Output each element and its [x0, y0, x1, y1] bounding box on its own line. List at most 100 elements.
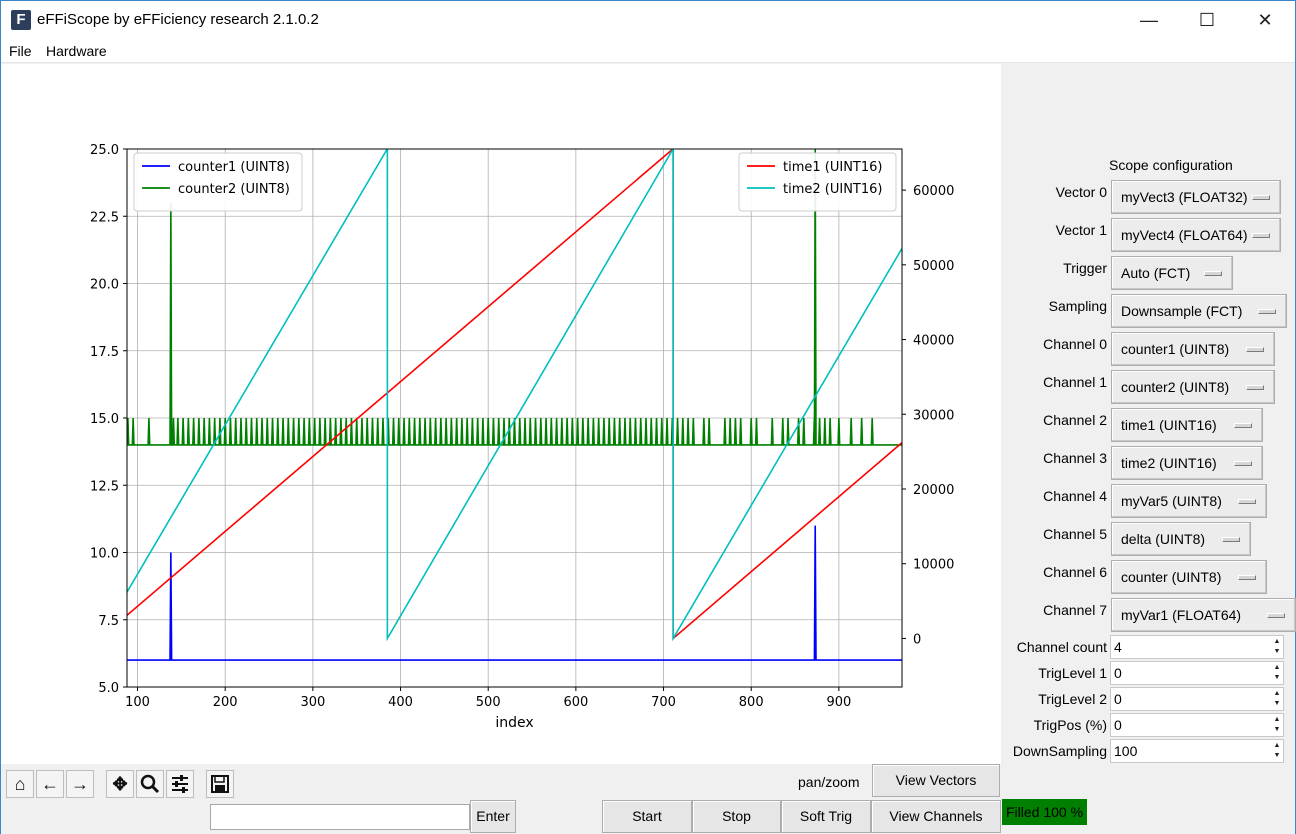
- x-tick-label: 700: [651, 695, 676, 710]
- spin-arrows[interactable]: ▲ ▼: [1272, 637, 1282, 657]
- window-title: eFFiScope by eFFiciency research 2.1.0.2: [37, 11, 319, 28]
- config-dropdown[interactable]: Downsample (FCT): [1111, 294, 1287, 328]
- command-input[interactable]: [210, 804, 470, 830]
- minimize-button[interactable]: —: [1120, 1, 1178, 39]
- soft-trig-button[interactable]: Soft Trig: [781, 800, 871, 833]
- config-dropdown[interactable]: counter2 (UINT8): [1111, 370, 1275, 404]
- spin-down-icon[interactable]: ▼: [1272, 751, 1282, 761]
- config-label: Vector 1: [1055, 222, 1107, 238]
- config-dropdown[interactable]: myVect4 (FLOAT64): [1111, 218, 1281, 252]
- spin-down-icon[interactable]: ▼: [1272, 673, 1282, 683]
- left-tick-label: 22.5: [90, 210, 119, 225]
- dropdown-value: counter1 (UINT8): [1121, 341, 1230, 357]
- spin-up-icon[interactable]: ▲: [1272, 663, 1282, 673]
- close-button[interactable]: ✕: [1236, 1, 1294, 39]
- configure-icon[interactable]: [166, 770, 194, 798]
- config-spinbox[interactable]: 0 ▲ ▼: [1110, 687, 1284, 711]
- series-line: [127, 525, 902, 661]
- forward-icon[interactable]: →: [66, 770, 94, 798]
- left-tick-label: 10.0: [90, 547, 119, 562]
- right-tick-label: 30000: [913, 408, 954, 423]
- config-spin-label: DownSampling: [1012, 743, 1107, 759]
- scope-chart[interactable]: 100 200 300 400 500 600 700 800 900 5.0 7.5 10.0 12…: [1, 64, 1001, 764]
- spin-down-icon[interactable]: ▼: [1272, 647, 1282, 657]
- config-dropdown[interactable]: counter (UINT8): [1111, 560, 1267, 594]
- dropdown-arrow-icon: [1222, 537, 1240, 542]
- start-button[interactable]: Start: [602, 800, 692, 833]
- config-dropdown[interactable]: delta (UINT8): [1111, 522, 1251, 556]
- config-dropdown[interactable]: myVar5 (UINT8): [1111, 484, 1267, 518]
- home-icon[interactable]: ⌂: [6, 770, 34, 798]
- config-spinbox[interactable]: 0 ▲ ▼: [1110, 661, 1284, 685]
- dropdown-value: myVect3 (FLOAT32): [1121, 189, 1248, 205]
- legend-left: counter1 (UINT8) counter2 (UINT8): [133, 152, 303, 212]
- config-label: Sampling: [1048, 298, 1107, 314]
- config-label: Channel 7: [1043, 602, 1107, 618]
- config-spinbox[interactable]: 0 ▲ ▼: [1110, 713, 1284, 737]
- dropdown-arrow-icon: [1246, 347, 1264, 352]
- back-icon[interactable]: ←: [36, 770, 64, 798]
- config-dropdown[interactable]: time2 (UINT16): [1111, 446, 1263, 480]
- view-channels-button[interactable]: View Channels: [871, 800, 1001, 833]
- maximize-button[interactable]: ☐: [1178, 1, 1236, 39]
- config-dropdown[interactable]: counter1 (UINT8): [1111, 332, 1275, 366]
- menu-file[interactable]: File: [9, 43, 32, 59]
- pan-icon[interactable]: ✥: [106, 770, 134, 798]
- legend-label: time1 (UINT16): [783, 160, 882, 175]
- config-dropdown[interactable]: time1 (UINT16): [1111, 408, 1263, 442]
- x-tick-label: 600: [563, 695, 588, 710]
- left-tick-label: 12.5: [90, 479, 119, 494]
- config-dropdown[interactable]: Auto (FCT): [1111, 256, 1233, 290]
- config-spin-label: TrigPos (%): [1033, 717, 1107, 733]
- mode-indicator: pan/zoom: [798, 774, 860, 790]
- dropdown-value: Downsample (FCT): [1121, 303, 1243, 319]
- stop-button[interactable]: Stop: [692, 800, 781, 833]
- spin-up-icon[interactable]: ▲: [1272, 741, 1282, 751]
- config-spin-label: TrigLevel 2: [1038, 691, 1107, 707]
- dropdown-arrow-icon: [1238, 499, 1256, 504]
- config-dropdown[interactable]: myVect3 (FLOAT32): [1111, 180, 1281, 214]
- spin-up-icon[interactable]: ▲: [1272, 637, 1282, 647]
- config-label: Channel 0: [1043, 336, 1107, 352]
- bottom-toolbar: ⌂ ← → ✥ pan/zoom View Vectors Enter Star…: [1, 764, 1295, 834]
- save-icon[interactable]: [206, 770, 234, 798]
- menu-hardware[interactable]: Hardware: [46, 43, 107, 59]
- x-tick-label: 500: [476, 695, 501, 710]
- right-tick-label: 10000: [913, 558, 954, 573]
- config-label: Channel 5: [1043, 526, 1107, 542]
- title-bar: F eFFiScope by eFFiciency research 2.1.0…: [1, 1, 1295, 39]
- dropdown-arrow-icon: [1204, 271, 1222, 276]
- config-title: Scope configuration: [1109, 157, 1233, 173]
- menu-bar: File Hardware: [1, 39, 1295, 63]
- plot-lines: [127, 149, 902, 661]
- legend-label: counter1 (UINT8): [178, 160, 290, 175]
- spin-down-icon[interactable]: ▼: [1272, 725, 1282, 735]
- view-vectors-button[interactable]: View Vectors: [872, 764, 1000, 797]
- right-axis-ticks: 0 10000 20000 30000 40000 50000 60000: [902, 184, 954, 647]
- config-label: Channel 1: [1043, 374, 1107, 390]
- right-tick-label: 0: [913, 632, 921, 647]
- spin-arrows[interactable]: ▲ ▼: [1272, 663, 1282, 683]
- spinbox-value: 0: [1114, 717, 1122, 733]
- spin-down-icon[interactable]: ▼: [1272, 699, 1282, 709]
- dropdown-arrow-icon: [1238, 575, 1256, 580]
- dropdown-arrow-icon: [1252, 195, 1270, 200]
- spin-up-icon[interactable]: ▲: [1272, 689, 1282, 699]
- enter-button[interactable]: Enter: [470, 800, 516, 833]
- dropdown-arrow-icon: [1252, 233, 1270, 238]
- zoom-icon[interactable]: [136, 770, 164, 798]
- x-axis-label: index: [495, 715, 533, 731]
- x-axis-ticks: 100 200 300 400 500 600 700 800 900: [125, 687, 851, 710]
- spin-arrows[interactable]: ▲ ▼: [1272, 689, 1282, 709]
- plot-canvas[interactable]: 100 200 300 400 500 600 700 800 900 5.0 7.5 10.0 12…: [1, 64, 1001, 764]
- spin-arrows[interactable]: ▲ ▼: [1272, 741, 1282, 761]
- spin-up-icon[interactable]: ▲: [1272, 715, 1282, 725]
- spin-arrows[interactable]: ▲ ▼: [1272, 715, 1282, 735]
- x-tick-label: 800: [739, 695, 764, 710]
- right-tick-label: 20000: [913, 483, 954, 498]
- config-dropdown[interactable]: myVar1 (FLOAT64): [1111, 598, 1296, 632]
- config-spinbox[interactable]: 100 ▲ ▼: [1110, 739, 1284, 763]
- config-spin-label: Channel count: [1016, 639, 1107, 655]
- dropdown-arrow-icon: [1234, 423, 1252, 428]
- config-spinbox[interactable]: 4 ▲ ▼: [1110, 635, 1284, 659]
